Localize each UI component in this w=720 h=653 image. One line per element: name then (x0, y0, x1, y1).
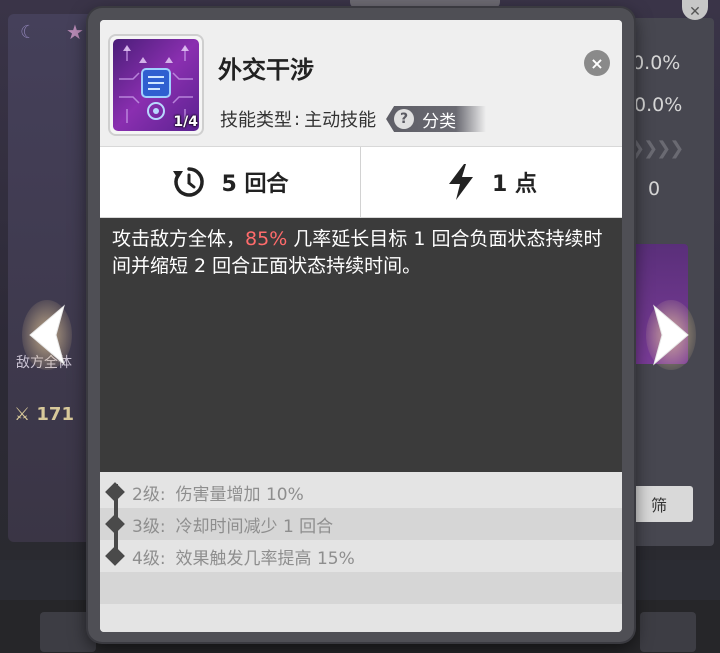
background-power-value: 171 (36, 404, 74, 425)
upgrade-level: 2级: (132, 484, 166, 505)
skill-description-text: 攻击敌方全体，85% 几率延长目标 1 回合负面状态持续时间并缩短 2 回合正面… (112, 226, 612, 280)
background-slot (640, 612, 696, 652)
dialog-body: 1/4 外交干涉 技能类型 : 主动技能 ? 分类 × 5 回合 1 点 攻击敌… (100, 20, 622, 632)
upgrade-level: 3级: (132, 516, 166, 537)
skill-type-separator: : (294, 108, 301, 130)
close-button[interactable]: × (584, 50, 610, 76)
skill-level-badge: 1/4 (173, 114, 198, 130)
cooldown-stat: 5 回合 (100, 147, 361, 217)
level-upgrade-row: 3级: 冷却时间减少 1 回合 (100, 508, 622, 540)
arrow-right-icon (646, 300, 696, 370)
close-icon: × (590, 53, 604, 73)
dialog-header: 1/4 外交干涉 技能类型 : 主动技能 ? 分类 × (100, 20, 622, 146)
upgrade-effect: 伤害量增加 10% (175, 484, 304, 505)
cost-value: 1 点 (492, 172, 537, 197)
background-top-tab (350, 0, 500, 8)
star-icon: ★ (66, 20, 84, 44)
arrow-left-icon (22, 300, 72, 370)
next-skill-button[interactable] (646, 300, 696, 370)
prev-skill-button[interactable] (22, 300, 72, 370)
moon-icon: ☾ (20, 22, 37, 43)
description-chance: 85% (245, 228, 288, 250)
lightning-icon (449, 164, 474, 200)
chevron-right-icon: ❯❯❯❯ (630, 138, 684, 159)
clock-rewind-icon (172, 167, 204, 197)
category-label: 分类 (422, 111, 457, 132)
level-upgrades: 2级: 伤害量增加 10% 3级: 冷却时间减少 1 回合 4级: 效果触发几率… (100, 472, 622, 632)
skill-type-label: 技能类型 (220, 110, 292, 131)
level-upgrade-row: 2级: 伤害量增加 10% (100, 476, 622, 508)
upgrade-effect: 冷却时间减少 1 回合 (175, 516, 334, 537)
skill-title: 外交干涉 (218, 56, 314, 84)
background-power-stat: ⚔ 171 (14, 404, 74, 425)
cooldown-value: 5 回合 (221, 172, 289, 197)
background-stat-2: 0.0% (634, 94, 683, 116)
skill-icon: 1/4 (108, 34, 204, 136)
description-part-1: 攻击敌方全体， (112, 228, 246, 250)
skill-description: 攻击敌方全体，85% 几率延长目标 1 回合负面状态持续时间并缩短 2 回合正面… (100, 218, 622, 472)
level-upgrade-row: 4级: 效果触发几率提高 15% (100, 540, 622, 572)
skill-detail-dialog: 1/4 外交干涉 技能类型 : 主动技能 ? 分类 × 5 回合 1 点 攻击敌… (88, 8, 634, 642)
skill-type-value: 主动技能 (304, 110, 377, 131)
cost-stat: 1 点 (361, 147, 622, 217)
skill-stats-row: 5 回合 1 点 (100, 146, 622, 218)
help-icon: ? (389, 106, 419, 132)
category-tag-button[interactable]: ? 分类 (386, 106, 487, 132)
background-stat-3: 0 (648, 178, 661, 200)
skill-type-row: 技能类型 : 主动技能 ? 分类 (220, 106, 487, 132)
upgrade-effect: 效果触发几率提高 15% (175, 548, 355, 569)
level-upgrade-row-empty (100, 572, 622, 604)
background-filter-button[interactable]: 筛 (625, 486, 693, 522)
upgrade-level: 4级: (132, 548, 166, 569)
